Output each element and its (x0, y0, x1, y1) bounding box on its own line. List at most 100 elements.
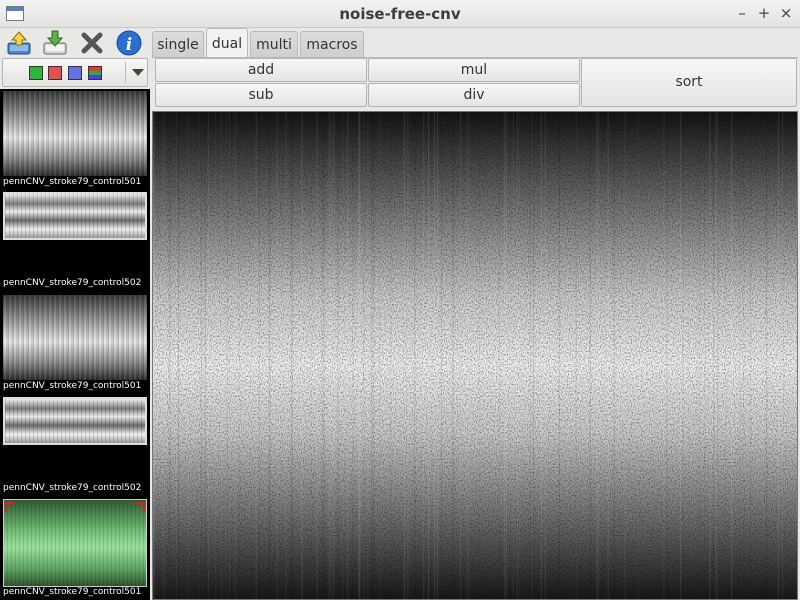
sort-button[interactable]: sort (581, 58, 797, 107)
noise-streak (337, 112, 339, 599)
noise-streak (225, 112, 227, 599)
thumbnail-item-selected[interactable]: pennCNV_stroke79_control501 (0, 499, 150, 599)
noise-streak (291, 112, 293, 599)
noise-streak (403, 112, 405, 599)
noise-streak (452, 112, 454, 599)
multicolor-swatch-icon (88, 66, 102, 80)
noise-streak (498, 112, 500, 599)
noise-streak (199, 112, 200, 599)
minimize-button[interactable]: – (732, 4, 752, 22)
info-button[interactable]: i (115, 29, 143, 57)
noise-streak (414, 112, 416, 599)
maximize-button[interactable]: + (754, 4, 774, 22)
noise-streak (624, 112, 626, 599)
noise-streak (596, 112, 598, 599)
noise-streak (478, 112, 480, 599)
image-viewer[interactable] (152, 111, 798, 600)
noise-streak (187, 112, 189, 599)
noise-streak (428, 112, 430, 599)
noise-streak (290, 112, 292, 599)
noise-streak (406, 112, 408, 599)
noise-streak (750, 112, 752, 599)
noise-streak (613, 112, 615, 599)
mul-button[interactable]: mul (368, 58, 580, 82)
thumbnail-list[interactable]: pennCNV_stroke79_control501 pennCNV_stro… (0, 89, 150, 600)
noise-streak (739, 112, 741, 599)
thumbnail-image (3, 192, 147, 240)
noise-streak (371, 112, 373, 599)
noise-streak (460, 112, 462, 599)
noise-streak (699, 112, 701, 599)
close-window-button[interactable]: × (776, 4, 796, 22)
noise-streak (407, 112, 409, 599)
noise-streak (301, 112, 303, 599)
thumbnail-item[interactable]: pennCNV_stroke79_control501 (0, 89, 150, 189)
noise-streak (404, 112, 406, 599)
noise-streak (333, 112, 335, 599)
noise-streak (518, 112, 520, 599)
noise-streak (708, 112, 710, 599)
noise-streak (161, 112, 163, 599)
tab-multi[interactable]: multi (250, 31, 298, 57)
noise-streak (717, 112, 719, 599)
noise-streak (709, 112, 711, 599)
noise-streak (390, 112, 392, 599)
noise-streak (713, 112, 715, 599)
thumbnail-caption: pennCNV_stroke79_control502 (3, 278, 142, 288)
download-button[interactable] (41, 29, 69, 57)
thumbnail-item[interactable]: pennCNV_stroke79_control502 (0, 395, 150, 495)
upload-button[interactable] (5, 29, 33, 57)
noise-streak (704, 112, 706, 599)
selection-corner-icon (135, 502, 145, 512)
noise-streak (328, 112, 330, 599)
noise-streak (321, 112, 323, 599)
noise-streak (529, 112, 531, 599)
noise-streak (168, 112, 170, 599)
noise-streak (468, 112, 470, 599)
noise-streak (437, 112, 439, 599)
noise-streak (331, 112, 333, 599)
div-button[interactable]: div (368, 83, 580, 107)
noise-streak (367, 112, 369, 599)
color-selector[interactable] (2, 58, 148, 87)
noise-streak (540, 112, 542, 599)
noise-streak (423, 112, 425, 599)
noise-streak (663, 112, 665, 599)
tab-dual[interactable]: dual (206, 28, 248, 58)
thumbnail-item[interactable]: pennCNV_stroke79_control501 (0, 293, 150, 393)
noise-streak (743, 112, 745, 599)
sub-button[interactable]: sub (155, 83, 367, 107)
noise-streak (607, 112, 609, 599)
red-swatch-icon (48, 66, 62, 80)
noise-streak (558, 112, 560, 599)
noise-streak (310, 112, 312, 599)
noise-streak (782, 112, 784, 599)
close-button[interactable] (78, 29, 106, 57)
thumbnail-caption: pennCNV_stroke79_control501 (3, 381, 142, 391)
noise-streak (778, 112, 780, 599)
close-icon (81, 32, 103, 54)
thumbnail-image (3, 91, 147, 176)
noise-streak (531, 112, 533, 599)
noise-streak (503, 112, 505, 599)
thumbnail-caption: pennCNV_stroke79_control501 (3, 177, 142, 187)
svg-text:i: i (126, 35, 132, 55)
divider (125, 62, 126, 83)
upload-icon (7, 31, 31, 55)
noise-streak (544, 112, 546, 599)
noise-streak (715, 112, 717, 599)
noise-streak (226, 112, 228, 599)
add-button[interactable]: add (155, 58, 367, 82)
noise-streak (505, 112, 507, 599)
thumbnail-caption: pennCNV_stroke79_control501 (3, 587, 142, 597)
thumbnail-item[interactable]: pennCNV_stroke79_control502 (0, 190, 150, 290)
title-bar: noise-free-cnv – + × (0, 0, 800, 28)
noise-streak (783, 112, 785, 599)
chevron-down-icon[interactable] (132, 69, 144, 76)
tab-single[interactable]: single (152, 31, 204, 57)
noise-streak (696, 112, 698, 599)
noise-streak (169, 112, 171, 599)
noise-streak (666, 112, 668, 599)
tab-macros[interactable]: macros (300, 31, 364, 57)
green-swatch-icon (29, 66, 43, 80)
